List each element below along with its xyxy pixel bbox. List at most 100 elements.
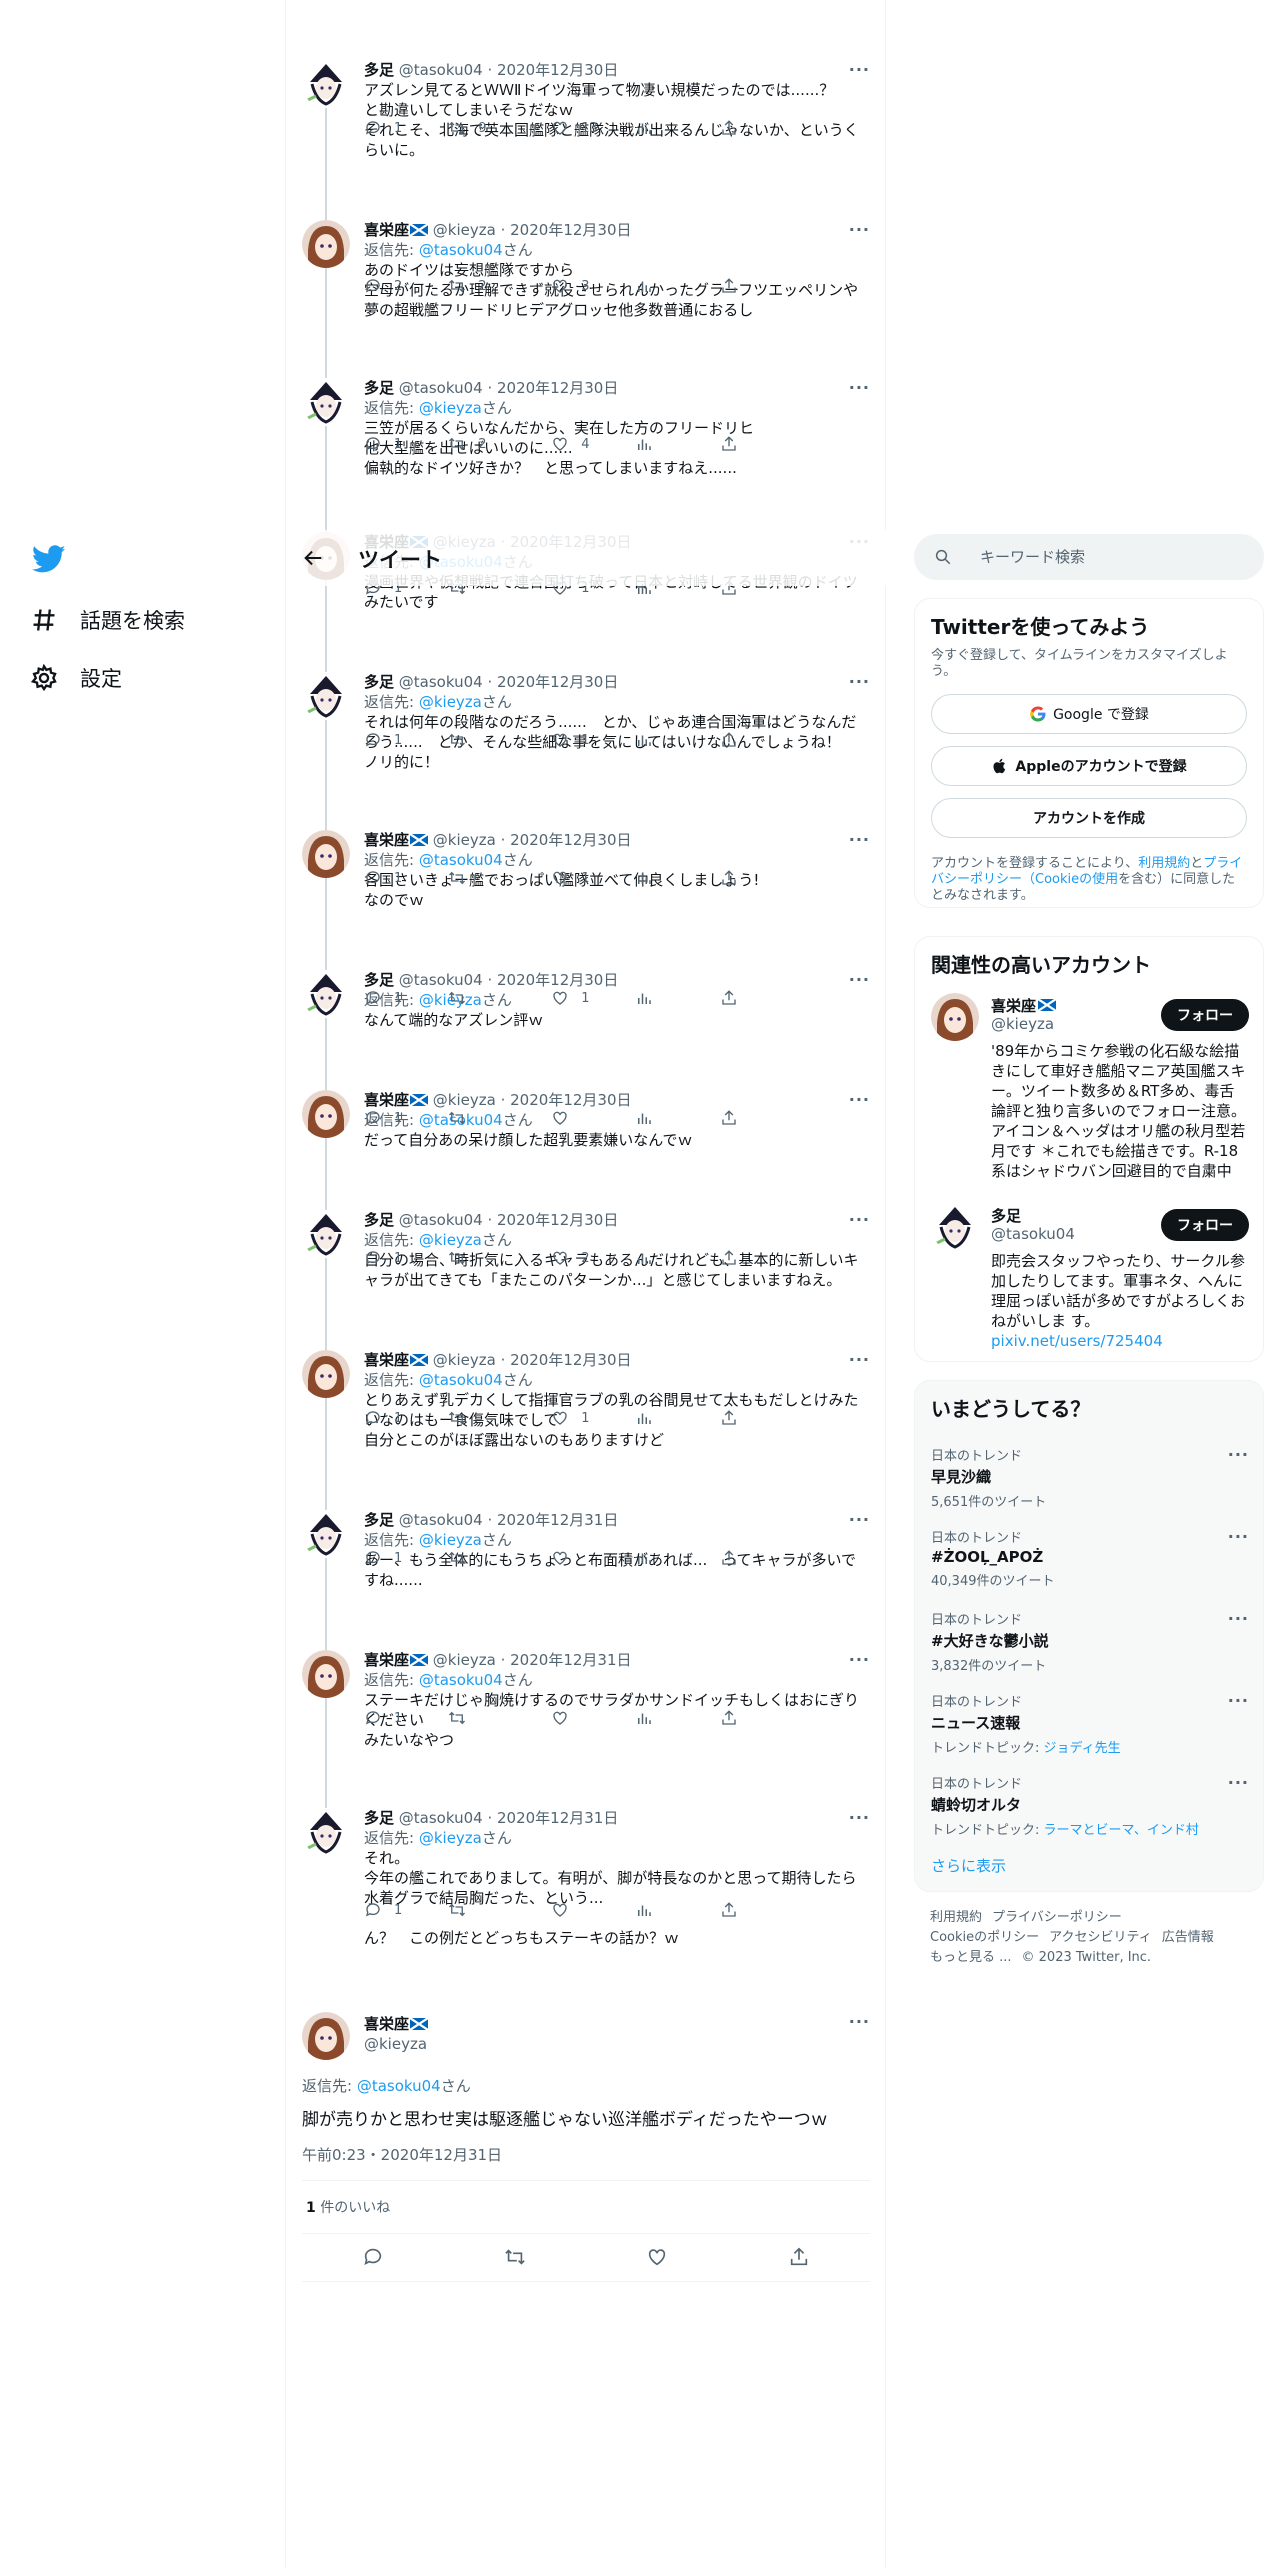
author-name[interactable]: 喜栄座 (364, 1351, 409, 1369)
create-account-button[interactable]: アカウントを作成 (931, 798, 1247, 838)
author-handle[interactable]: @kieyza (433, 1351, 496, 1369)
author-name[interactable]: 喜栄座 (364, 1651, 409, 1669)
more-icon[interactable]: ··· (1228, 1609, 1249, 1628)
search-bar[interactable] (914, 534, 1264, 580)
share-button[interactable] (720, 731, 804, 749)
like-button[interactable] (551, 1709, 635, 1727)
retweet-button[interactable] (448, 1709, 551, 1727)
reply-to-handle[interactable]: @kieyza (419, 693, 482, 711)
analytics-button[interactable] (635, 1709, 719, 1727)
reply-button[interactable]: 1 (364, 1549, 448, 1567)
nav-explore[interactable]: 話題を検索 (30, 598, 185, 642)
tweet[interactable]: 多足 @tasoku04 · 2020年12月30日 返信先: @kieyzaさ… (302, 1210, 870, 1350)
more-icon[interactable]: ··· (849, 1510, 870, 1529)
more-icon[interactable]: ··· (849, 672, 870, 691)
retweet-button[interactable] (448, 1109, 551, 1127)
retweet-button[interactable]: 2 (448, 277, 551, 295)
reply-to-handle[interactable]: @tasoku04 (419, 241, 503, 259)
reply-button[interactable]: 1 (364, 1409, 448, 1427)
avatar[interactable] (302, 1210, 350, 1258)
like-icon[interactable] (646, 2246, 668, 2268)
like-button[interactable] (551, 1901, 635, 1919)
author-name[interactable]: 多足 (364, 971, 394, 989)
reply-to-handle[interactable]: @tasoku04 (419, 851, 503, 869)
share-button[interactable] (720, 435, 804, 453)
author-name[interactable]: 喜栄座 (364, 1091, 409, 1109)
analytics-button[interactable] (635, 277, 719, 295)
reply-button[interactable]: 1 (364, 1249, 448, 1267)
avatar[interactable] (302, 2012, 350, 2060)
tweet-date[interactable]: 2020年12月30日 (510, 1091, 631, 1109)
reply-to-handle[interactable]: @tasoku04 (357, 2077, 441, 2095)
like-button[interactable] (551, 1549, 635, 1567)
more-icon[interactable]: ··· (849, 830, 870, 849)
reply-to-handle[interactable]: @tasoku04 (419, 1371, 503, 1389)
footer-accessibility[interactable]: アクセシビリティ (1049, 1930, 1152, 1945)
avatar[interactable] (931, 993, 979, 1041)
trend-item[interactable]: 日本のトレンド 早見沙織 5,651件のツイート ··· (931, 1445, 1249, 1510)
author-name[interactable]: 多足 (364, 1511, 394, 1529)
reply-icon[interactable] (362, 2246, 384, 2268)
tweet-date[interactable]: 2020年12月30日 (510, 221, 631, 239)
avatar[interactable] (302, 970, 350, 1018)
author-name[interactable]: 多足 (364, 1809, 394, 1827)
avatar[interactable] (302, 1650, 350, 1698)
tweet-date[interactable]: 2020年12月31日 (497, 1511, 618, 1529)
author-name[interactable]: 喜栄座 (364, 831, 409, 849)
apple-signup-button[interactable]: Appleのアカウントで登録 (931, 746, 1247, 786)
reply-button[interactable]: 1 (364, 731, 448, 749)
author-handle[interactable]: @tasoku04 (399, 1211, 483, 1229)
reply-button[interactable]: 2 (364, 277, 448, 295)
footer-privacy[interactable]: プライバシーポリシー (992, 1910, 1122, 1925)
share-button[interactable] (720, 989, 804, 1007)
analytics-button[interactable] (635, 435, 719, 453)
more-icon[interactable]: ··· (849, 2012, 870, 2031)
author-handle[interactable]: @kieyza (364, 2034, 870, 2054)
reply-button[interactable]: 1 (364, 1109, 448, 1127)
back-arrow-icon[interactable] (302, 547, 324, 569)
tweet-date[interactable]: 2020年12月30日 (497, 971, 618, 989)
reply-button[interactable]: 1 (364, 989, 448, 1007)
avatar[interactable] (302, 1510, 350, 1558)
more-icon[interactable]: ··· (1228, 1445, 1249, 1464)
analytics-button[interactable] (635, 1249, 719, 1267)
analytics-button[interactable] (635, 1901, 719, 1919)
more-icon[interactable]: ··· (849, 1210, 870, 1229)
more-icon[interactable]: ··· (1228, 1773, 1249, 1792)
more-icon[interactable]: ··· (1228, 1527, 1249, 1546)
author-name[interactable]: 多足 (364, 1211, 394, 1229)
reply-to-handle[interactable]: @kieyza (419, 399, 482, 417)
twitter-logo-icon[interactable] (32, 542, 66, 576)
more-icon[interactable]: ··· (849, 220, 870, 239)
author-handle[interactable]: @tasoku04 (399, 1511, 483, 1529)
share-button[interactable] (720, 1901, 804, 1919)
nav-settings[interactable]: 設定 (30, 656, 122, 700)
like-button[interactable]: 4 (551, 435, 635, 453)
reply-button[interactable]: 1 (364, 1709, 448, 1727)
author-handle[interactable]: @tasoku04 (399, 61, 483, 79)
share-button[interactable] (720, 1409, 804, 1427)
avatar[interactable] (302, 1350, 350, 1398)
like-button[interactable]: 1 (551, 989, 635, 1007)
retweet-button[interactable] (448, 1409, 551, 1427)
tweet-date[interactable]: 2020年12月30日 (497, 379, 618, 397)
share-button[interactable] (720, 1249, 804, 1267)
like-button[interactable]: 2 (551, 1249, 635, 1267)
tweet[interactable]: 多足 @tasoku04 · 2020年12月31日 返信先: @kieyzaさ… (302, 1808, 870, 1948)
like-button[interactable]: 1 (551, 1409, 635, 1427)
reply-to-handle[interactable]: @kieyza (419, 1829, 482, 1847)
author-name[interactable]: 多足 (364, 61, 394, 79)
author-name[interactable]: 多足 (364, 673, 394, 691)
more-icon[interactable]: ··· (849, 378, 870, 397)
analytics-button[interactable] (635, 869, 719, 887)
retweet-button[interactable] (448, 1249, 551, 1267)
share-button[interactable] (720, 869, 804, 887)
reply-to-handle[interactable]: @kieyza (419, 1231, 482, 1249)
reply-button[interactable]: 1 (364, 435, 448, 453)
more-icon[interactable]: ··· (849, 60, 870, 79)
author-handle[interactable]: @kieyza (433, 221, 496, 239)
retweet-button[interactable] (448, 731, 551, 749)
like-button[interactable] (551, 1109, 635, 1127)
analytics-button[interactable] (635, 119, 719, 137)
author-handle[interactable]: @kieyza (433, 1091, 496, 1109)
